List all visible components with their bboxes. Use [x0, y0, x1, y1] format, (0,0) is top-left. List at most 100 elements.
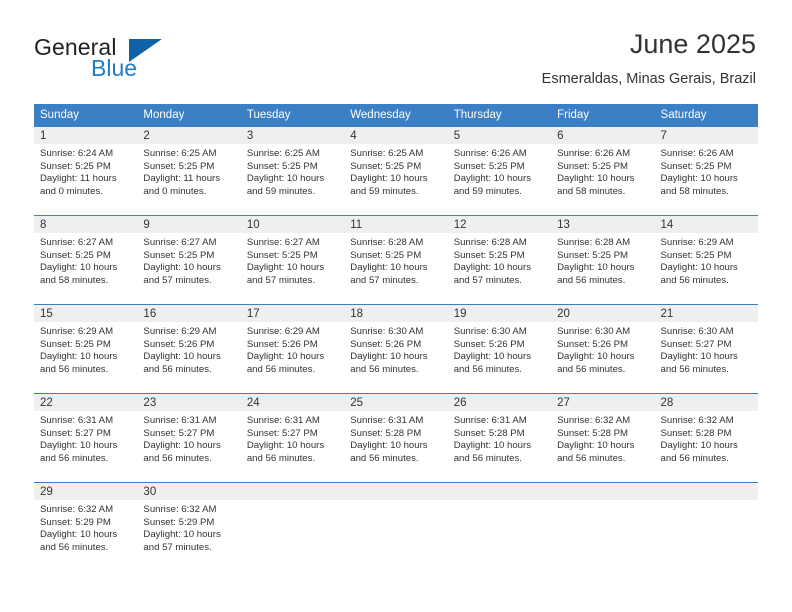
- daylight-text-line2: and 58 minutes.: [557, 185, 626, 197]
- daylight-text-line2: and 57 minutes.: [246, 274, 316, 286]
- sunset-text: Sunset: 5:26 PM: [246, 338, 318, 350]
- daylight-text-line2: and 56 minutes.: [660, 363, 729, 375]
- day-cell[interactable]: 25 Sunrise: 6:31 AM Sunset: 5:28 PM Dayl…: [344, 394, 448, 482]
- day-number: 19: [447, 305, 552, 322]
- day-details: Sunrise: 6:30 AM Sunset: 5:26 PM Dayligh…: [551, 322, 654, 376]
- sunrise-text: Sunrise: 6:28 AM: [453, 237, 527, 248]
- sunset-text: Sunset: 5:26 PM: [143, 338, 215, 350]
- day-number: 5: [447, 127, 552, 144]
- day-details: Sunrise: 6:29 AM Sunset: 5:26 PM Dayligh…: [137, 322, 240, 376]
- day-number: 27: [551, 394, 655, 411]
- daylight-text-line1: Daylight: 10 hours: [40, 440, 118, 452]
- day-details: Sunrise: 6:24 AM Sunset: 5:25 PM Dayligh…: [34, 144, 137, 198]
- daylight-text-line1: Daylight: 10 hours: [453, 262, 532, 274]
- daylight-text-line1: Daylight: 10 hours: [350, 440, 428, 452]
- day-details: Sunrise: 6:31 AM Sunset: 5:27 PM Dayligh…: [34, 411, 137, 465]
- daylight-text-line1: Daylight: 11 hours: [143, 173, 221, 185]
- daylight-text-line1: Daylight: 10 hours: [557, 173, 635, 185]
- weekday-header-monday: Monday: [143, 109, 185, 121]
- calendar-page: General Blue June 2025 Esmeraldas, Minas…: [0, 0, 792, 612]
- day-cell[interactable]: 9 Sunrise: 6:27 AM Sunset: 5:25 PM Dayli…: [137, 216, 241, 304]
- day-number: 30: [137, 483, 241, 500]
- page-header: General Blue June 2025 Esmeraldas, Minas…: [0, 0, 792, 104]
- brand-logo[interactable]: General Blue: [34, 34, 224, 84]
- daylight-text-line1: Daylight: 10 hours: [660, 262, 738, 274]
- daylight-text-line1: Daylight: 10 hours: [246, 173, 325, 185]
- sunrise-text: Sunrise: 6:26 AM: [557, 148, 631, 159]
- day-details: Sunrise: 6:31 AM Sunset: 5:27 PM Dayligh…: [137, 411, 240, 465]
- day-number: [447, 483, 552, 500]
- day-number: 2: [137, 127, 241, 144]
- day-number: 8: [34, 216, 138, 233]
- daylight-text-line1: Daylight: 10 hours: [350, 173, 428, 185]
- daylight-text-line2: and 56 minutes.: [40, 363, 109, 375]
- day-cell[interactable]: 23 Sunrise: 6:31 AM Sunset: 5:27 PM Dayl…: [137, 394, 241, 482]
- day-details: Sunrise: 6:32 AM Sunset: 5:29 PM Dayligh…: [34, 500, 137, 554]
- daylight-text-line2: and 58 minutes.: [660, 185, 729, 197]
- day-cell[interactable]: 20 Sunrise: 6:30 AM Sunset: 5:26 PM Dayl…: [551, 305, 655, 393]
- day-number: 26: [447, 394, 552, 411]
- daylight-text-line2: and 56 minutes.: [350, 452, 419, 464]
- day-details: Sunrise: 6:27 AM Sunset: 5:25 PM Dayligh…: [137, 233, 240, 287]
- day-cell[interactable]: 7 Sunrise: 6:26 AM Sunset: 5:25 PM Dayli…: [654, 127, 758, 215]
- day-cell[interactable]: 8 Sunrise: 6:27 AM Sunset: 5:25 PM Dayli…: [34, 216, 138, 304]
- sunrise-text: Sunrise: 6:29 AM: [246, 326, 320, 337]
- day-cell[interactable]: 15 Sunrise: 6:29 AM Sunset: 5:25 PM Dayl…: [34, 305, 138, 393]
- day-number: 3: [240, 127, 345, 144]
- day-details: Sunrise: 6:26 AM Sunset: 5:25 PM Dayligh…: [655, 144, 758, 198]
- sunrise-text: Sunrise: 6:27 AM: [143, 237, 217, 248]
- day-number: 17: [240, 305, 345, 322]
- day-number: [240, 483, 345, 500]
- sunset-text: Sunset: 5:25 PM: [350, 249, 422, 261]
- day-cell[interactable]: 13 Sunrise: 6:28 AM Sunset: 5:25 PM Dayl…: [551, 216, 655, 304]
- day-cell[interactable]: 27 Sunrise: 6:32 AM Sunset: 5:28 PM Dayl…: [551, 394, 655, 482]
- day-cell[interactable]: 24 Sunrise: 6:31 AM Sunset: 5:27 PM Dayl…: [240, 394, 345, 482]
- sunrise-text: Sunrise: 6:30 AM: [660, 326, 734, 337]
- day-cell[interactable]: 14 Sunrise: 6:29 AM Sunset: 5:25 PM Dayl…: [654, 216, 758, 304]
- day-cell[interactable]: 29 Sunrise: 6:32 AM Sunset: 5:29 PM Dayl…: [34, 483, 138, 571]
- daylight-text-line2: and 59 minutes.: [350, 185, 419, 197]
- daylight-text-line2: and 56 minutes.: [660, 452, 729, 464]
- day-details: Sunrise: 6:27 AM Sunset: 5:25 PM Dayligh…: [34, 233, 137, 287]
- sunset-text: Sunset: 5:26 PM: [350, 338, 422, 350]
- daylight-text-line2: and 0 minutes.: [40, 185, 103, 197]
- daylight-text-line1: Daylight: 10 hours: [40, 351, 118, 363]
- daylight-text-line1: Daylight: 11 hours: [40, 173, 117, 185]
- day-cell[interactable]: 22 Sunrise: 6:31 AM Sunset: 5:27 PM Dayl…: [34, 394, 138, 482]
- daylight-text-line2: and 58 minutes.: [40, 274, 109, 286]
- daylight-text-line1: Daylight: 10 hours: [246, 440, 325, 452]
- day-cell[interactable]: 1 Sunrise: 6:24 AM Sunset: 5:25 PM Dayli…: [34, 127, 138, 215]
- day-cell[interactable]: 6 Sunrise: 6:26 AM Sunset: 5:25 PM Dayli…: [551, 127, 655, 215]
- weekday-header-thursday: Thursday: [453, 109, 502, 121]
- day-number: 4: [344, 127, 448, 144]
- day-cell[interactable]: 11 Sunrise: 6:28 AM Sunset: 5:25 PM Dayl…: [344, 216, 448, 304]
- daylight-text-line2: and 56 minutes.: [557, 363, 626, 375]
- day-cell[interactable]: 28 Sunrise: 6:32 AM Sunset: 5:28 PM Dayl…: [654, 394, 758, 482]
- day-number: 29: [34, 483, 138, 500]
- calendar-week-row: 8 Sunrise: 6:27 AM Sunset: 5:25 PM Dayli…: [34, 215, 758, 304]
- sunset-text: Sunset: 5:28 PM: [660, 427, 732, 439]
- daylight-text-line2: and 56 minutes.: [660, 274, 729, 286]
- day-cell[interactable]: 3 Sunrise: 6:25 AM Sunset: 5:25 PM Dayli…: [240, 127, 345, 215]
- day-cell[interactable]: 30 Sunrise: 6:32 AM Sunset: 5:29 PM Dayl…: [137, 483, 241, 571]
- day-cell-empty: [344, 483, 448, 571]
- daylight-text-line1: Daylight: 10 hours: [350, 351, 428, 363]
- day-details: Sunrise: 6:32 AM Sunset: 5:28 PM Dayligh…: [655, 411, 758, 465]
- day-cell[interactable]: 12 Sunrise: 6:28 AM Sunset: 5:25 PM Dayl…: [447, 216, 552, 304]
- day-cell[interactable]: 4 Sunrise: 6:25 AM Sunset: 5:25 PM Dayli…: [344, 127, 448, 215]
- day-details: Sunrise: 6:29 AM Sunset: 5:25 PM Dayligh…: [34, 322, 137, 376]
- day-cell[interactable]: 26 Sunrise: 6:31 AM Sunset: 5:28 PM Dayl…: [447, 394, 552, 482]
- day-cell[interactable]: 19 Sunrise: 6:30 AM Sunset: 5:26 PM Dayl…: [447, 305, 552, 393]
- sunrise-text: Sunrise: 6:26 AM: [453, 148, 527, 159]
- day-cell[interactable]: 17 Sunrise: 6:29 AM Sunset: 5:26 PM Dayl…: [240, 305, 345, 393]
- daylight-text-line1: Daylight: 10 hours: [453, 351, 532, 363]
- day-number: 11: [344, 216, 448, 233]
- day-details: Sunrise: 6:32 AM Sunset: 5:28 PM Dayligh…: [551, 411, 654, 465]
- day-cell[interactable]: 2 Sunrise: 6:25 AM Sunset: 5:25 PM Dayli…: [137, 127, 241, 215]
- daylight-text-line2: and 57 minutes.: [143, 274, 212, 286]
- day-cell[interactable]: 16 Sunrise: 6:29 AM Sunset: 5:26 PM Dayl…: [137, 305, 241, 393]
- day-cell[interactable]: 5 Sunrise: 6:26 AM Sunset: 5:25 PM Dayli…: [447, 127, 552, 215]
- day-cell[interactable]: 10 Sunrise: 6:27 AM Sunset: 5:25 PM Dayl…: [240, 216, 345, 304]
- day-cell[interactable]: 18 Sunrise: 6:30 AM Sunset: 5:26 PM Dayl…: [344, 305, 448, 393]
- day-cell[interactable]: 21 Sunrise: 6:30 AM Sunset: 5:27 PM Dayl…: [654, 305, 758, 393]
